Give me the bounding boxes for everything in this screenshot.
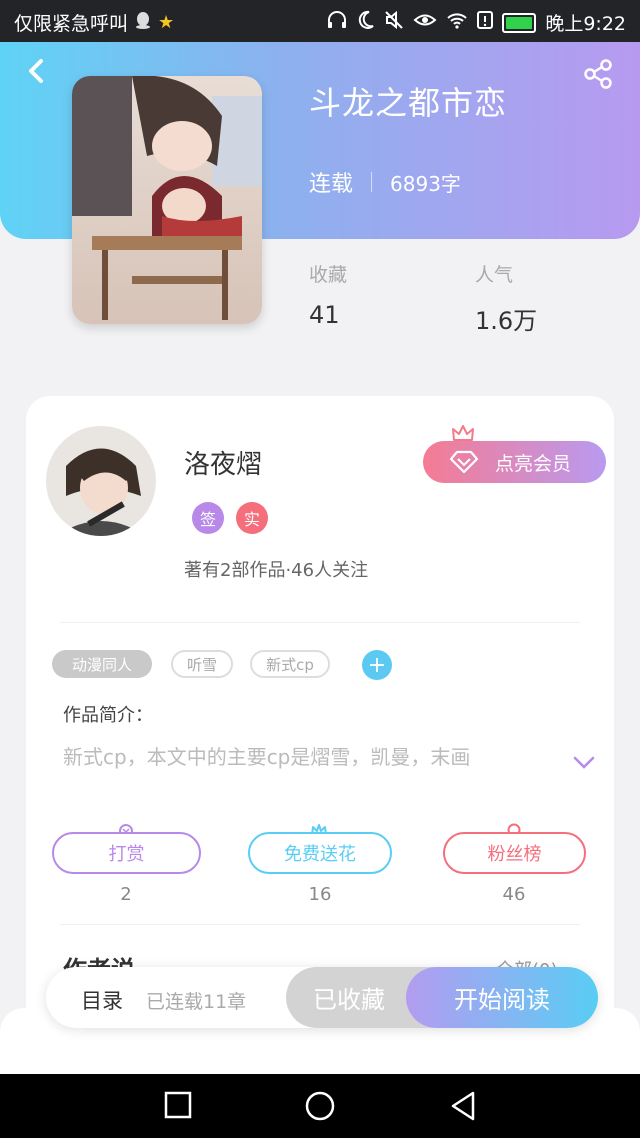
- battery-icon: [502, 12, 537, 33]
- tag-anime-fanfic[interactable]: 动漫同人: [52, 650, 152, 678]
- crown-icon: [452, 425, 474, 441]
- headphones-icon: [326, 10, 348, 36]
- meta-divider: [371, 172, 373, 192]
- vip-button[interactable]: 点亮会员: [423, 441, 606, 483]
- tag-tingxue[interactable]: 听雪: [171, 650, 233, 678]
- moon-icon: [357, 10, 375, 36]
- stat-popularity: 人气 1.6万: [475, 260, 537, 336]
- chevron-left-icon: [29, 59, 43, 83]
- fans-ranking-label: 粉丝榜: [487, 844, 542, 865]
- divider: [60, 924, 580, 925]
- share-icon: [584, 59, 612, 89]
- eye-icon: [413, 10, 437, 36]
- status-bar: 仅限紧急呼叫 ★ 晚上9:22: [0, 0, 640, 42]
- verified-badge: 实: [236, 502, 268, 534]
- serial-status: 连载: [309, 172, 354, 197]
- star-icon: ★: [158, 11, 175, 33]
- send-flower-label: 免费送花: [284, 844, 356, 865]
- stat-label: 人气: [475, 264, 514, 286]
- author-avatar[interactable]: [46, 426, 156, 536]
- back-button[interactable]: [22, 56, 52, 86]
- author-works-info: 著有2部作品·46人关注: [184, 560, 369, 581]
- add-tag-button[interactable]: +: [362, 650, 392, 680]
- wifi-icon: [446, 10, 468, 36]
- expand-chevron-icon[interactable]: [572, 755, 596, 771]
- mute-icon: [384, 10, 404, 36]
- reward-button[interactable]: 打赏: [52, 832, 201, 874]
- book-meta: 连载 6893字: [309, 166, 461, 198]
- book-title: 斗龙之都市恋: [309, 84, 508, 122]
- stat-value: 1.6万: [475, 307, 538, 335]
- vip-label: 点亮会员: [495, 452, 572, 475]
- send-flower-button[interactable]: 免费送花: [248, 832, 392, 874]
- recent-apps-icon[interactable]: [163, 1090, 193, 1120]
- fans-ranking-button[interactable]: 粉丝榜: [443, 832, 586, 874]
- reward-label: 打赏: [108, 844, 145, 865]
- status-time: 晚上9:22: [545, 13, 626, 35]
- carrier-text: 仅限紧急呼叫: [14, 13, 129, 35]
- start-reading-button[interactable]: 开始阅读: [406, 967, 598, 1028]
- book-cover[interactable]: [72, 76, 262, 324]
- fans-count: 46: [502, 884, 526, 905]
- catalog-button[interactable]: 目录: [81, 985, 123, 1015]
- flower-count: 16: [308, 884, 332, 905]
- stat-label: 收藏: [309, 264, 348, 286]
- word-count: 6893字: [390, 171, 461, 196]
- author-name[interactable]: 洛夜熠: [184, 444, 262, 481]
- diamond-icon: [449, 450, 479, 474]
- reward-count: 2: [120, 884, 132, 905]
- collected-label: 已收藏: [313, 986, 385, 1014]
- stat-favorites: 收藏 41: [309, 260, 347, 329]
- intro-label: 作品简介：: [63, 705, 153, 726]
- divider: [60, 622, 580, 623]
- plus-icon: +: [367, 652, 387, 678]
- stat-value: 41: [309, 301, 340, 329]
- share-button[interactable]: [582, 58, 614, 90]
- signed-badge: 签: [192, 502, 224, 534]
- intro-text: 新式cp，本文中的主要cp是熠雪，凯曼，末画: [63, 745, 471, 769]
- back-nav-icon[interactable]: [448, 1090, 478, 1122]
- tag-new-cp[interactable]: 新式cp: [250, 650, 330, 678]
- qq-icon: [134, 10, 152, 36]
- home-icon[interactable]: [304, 1090, 336, 1122]
- alert-icon: [477, 10, 494, 36]
- start-reading-label: 开始阅读: [454, 986, 550, 1014]
- serial-chapters: 已连载11章: [146, 991, 247, 1013]
